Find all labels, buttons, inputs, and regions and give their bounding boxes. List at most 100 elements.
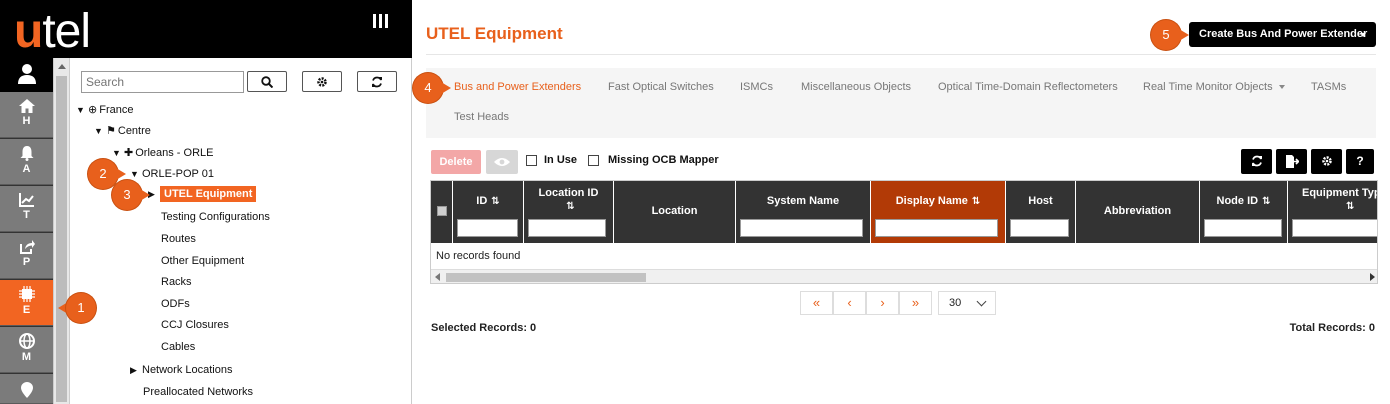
column-id[interactable]: ID ⇅ xyxy=(453,181,524,243)
rail-item-publish[interactable]: P xyxy=(0,233,53,279)
rail-letter: A xyxy=(22,163,31,175)
in-use-checkbox[interactable] xyxy=(526,155,537,166)
tree-node-utel-equipment[interactable]: ▶ UTEL Equipment xyxy=(148,186,257,202)
logo-rest: tel xyxy=(42,5,91,58)
tree-node-label: Racks xyxy=(161,276,192,288)
tree-node-ccj[interactable]: CCJ Closures xyxy=(161,318,229,332)
first-page-button[interactable]: « xyxy=(800,291,833,315)
logo-bar: utel xyxy=(0,0,412,58)
view-button[interactable] xyxy=(486,150,518,174)
tree-node-other[interactable]: Other Equipment xyxy=(161,254,244,268)
rail-item-trends[interactable]: T xyxy=(0,186,53,232)
sort-asc-icon[interactable]: ⇅ xyxy=(972,196,980,207)
sort-icon[interactable]: ⇅ xyxy=(1262,196,1270,207)
sort-icon[interactable]: ⇅ xyxy=(1346,201,1354,212)
scroll-thumb[interactable] xyxy=(446,273,646,282)
tree-node-france[interactable]: ▼ ⊕ France xyxy=(76,103,133,117)
rail-item-alerts[interactable]: A xyxy=(0,139,53,185)
tree-node-cables[interactable]: Cables xyxy=(161,340,195,354)
tree-node-testing[interactable]: Testing Configurations xyxy=(161,210,270,224)
tree-node-label-selected[interactable]: UTEL Equipment xyxy=(160,186,257,202)
column-node-id[interactable]: Node ID ⇅ xyxy=(1200,181,1288,243)
tree-search-input[interactable] xyxy=(81,71,244,93)
tree-node-racks[interactable]: Racks xyxy=(161,275,192,289)
column-display-name[interactable]: Display Name ⇅ xyxy=(871,181,1006,243)
select-all-checkbox[interactable] xyxy=(437,206,447,216)
host-filter-input[interactable] xyxy=(1010,219,1069,237)
scroll-thumb[interactable] xyxy=(56,76,67,402)
tab-bus-power-extenders[interactable]: Bus and Power Extenders xyxy=(454,81,581,93)
tree-node-centre[interactable]: ▼ ⚑ Centre xyxy=(94,124,151,138)
column-location[interactable]: Location xyxy=(614,181,736,243)
tree-node-preallocated[interactable]: Preallocated Networks xyxy=(143,385,253,399)
tree-node-routes[interactable]: Routes xyxy=(161,232,196,246)
user-button[interactable] xyxy=(0,58,53,92)
help-button[interactable]: ? xyxy=(1346,149,1374,174)
page-size-select[interactable]: 30 xyxy=(938,291,996,315)
column-abbreviation[interactable]: Abbreviation xyxy=(1076,181,1200,243)
rail-letter: H xyxy=(22,115,31,127)
tree-node-label: Preallocated Networks xyxy=(143,386,254,398)
create-bus-power-extender-button[interactable]: Create Bus And Power Extender xyxy=(1189,22,1376,47)
rail-item-location[interactable] xyxy=(0,374,53,404)
tree-refresh-button[interactable] xyxy=(357,71,397,92)
display-name-filter-input[interactable] xyxy=(875,219,998,237)
tree-scrollbar[interactable] xyxy=(53,58,70,404)
tab-miscellaneous-objects[interactable]: Miscellaneous Objects xyxy=(801,81,911,93)
tab-fast-optical-switches[interactable]: Fast Optical Switches xyxy=(608,81,714,93)
export-icon xyxy=(1285,155,1300,168)
sort-icon[interactable]: ⇅ xyxy=(491,196,499,207)
tab-test-heads[interactable]: Test Heads xyxy=(454,111,509,123)
caret-right-icon[interactable]: ▶ xyxy=(130,363,142,377)
last-page-button[interactable]: » xyxy=(899,291,932,315)
chevron-down-icon xyxy=(976,296,987,307)
scroll-right-icon[interactable] xyxy=(1370,273,1375,281)
tree-node-label: Centre xyxy=(117,125,151,137)
node-id-filter-input[interactable] xyxy=(1204,219,1282,237)
column-label: Equipment Type xyxy=(1302,187,1377,199)
caret-down-icon[interactable]: ▼ xyxy=(94,124,106,138)
export-button[interactable] xyxy=(1276,149,1307,174)
missing-ocb-checkbox[interactable] xyxy=(588,155,599,166)
callout-1: 1 xyxy=(58,293,100,323)
grid-settings-button[interactable] xyxy=(1311,149,1342,174)
tree-node-network-locations[interactable]: ▶ Network Locations xyxy=(130,363,233,377)
system-name-filter-input[interactable] xyxy=(740,219,863,237)
grid-horizontal-scrollbar[interactable] xyxy=(431,269,1377,283)
rail-item-home[interactable]: H xyxy=(0,92,53,138)
rail-item-equipment[interactable]: E xyxy=(0,280,53,326)
main-panel: UTEL Equipment Create Bus And Power Exte… xyxy=(412,0,1390,404)
menu-toggle-icon[interactable] xyxy=(372,14,390,30)
tree-node-orleans[interactable]: ▼ ✚ Orleans - ORLE xyxy=(112,146,213,160)
tree-node-pop[interactable]: ▼ ORLE-POP 01 xyxy=(130,167,214,181)
caret-down-icon[interactable]: ▼ xyxy=(112,146,124,160)
grid-refresh-button[interactable] xyxy=(1241,149,1272,174)
caret-down-icon[interactable]: ▼ xyxy=(130,167,142,181)
rail-item-maps[interactable]: M xyxy=(0,327,53,373)
next-page-button[interactable]: › xyxy=(866,291,899,315)
scroll-left-icon[interactable] xyxy=(435,273,440,281)
id-filter-input[interactable] xyxy=(457,219,518,237)
home-icon xyxy=(18,99,35,113)
column-host[interactable]: Host xyxy=(1006,181,1076,243)
delete-button[interactable]: Delete xyxy=(431,150,481,174)
tab-ismcs[interactable]: ISMCs xyxy=(740,81,773,93)
tree-node-odfs[interactable]: ODFs xyxy=(161,297,190,311)
column-system-name[interactable]: System Name xyxy=(736,181,871,243)
caret-down-icon[interactable]: ▼ xyxy=(76,103,88,117)
tree-settings-button[interactable] xyxy=(302,71,342,92)
logo-u: u xyxy=(14,5,43,58)
tab-otdr[interactable]: Optical Time-Domain Reflectometers xyxy=(938,81,1118,93)
equipment-type-filter-input[interactable] xyxy=(1292,219,1377,237)
empty-grid-message: No records found xyxy=(436,250,521,262)
tab-real-time-monitor-objects[interactable]: Real Time Monitor Objects xyxy=(1143,81,1285,93)
sort-icon[interactable]: ⇅ xyxy=(566,201,574,212)
column-location-id[interactable]: Location ID ⇅ xyxy=(524,181,614,243)
scroll-up-icon[interactable] xyxy=(58,64,66,69)
column-equipment-type[interactable]: Equipment Type ⇅ xyxy=(1288,181,1377,243)
location-id-filter-input[interactable] xyxy=(528,219,606,237)
tree-search-button[interactable] xyxy=(247,71,287,92)
callout-4: 4 xyxy=(413,73,453,103)
prev-page-button[interactable]: ‹ xyxy=(833,291,866,315)
tab-tasms[interactable]: TASMs xyxy=(1311,81,1346,93)
